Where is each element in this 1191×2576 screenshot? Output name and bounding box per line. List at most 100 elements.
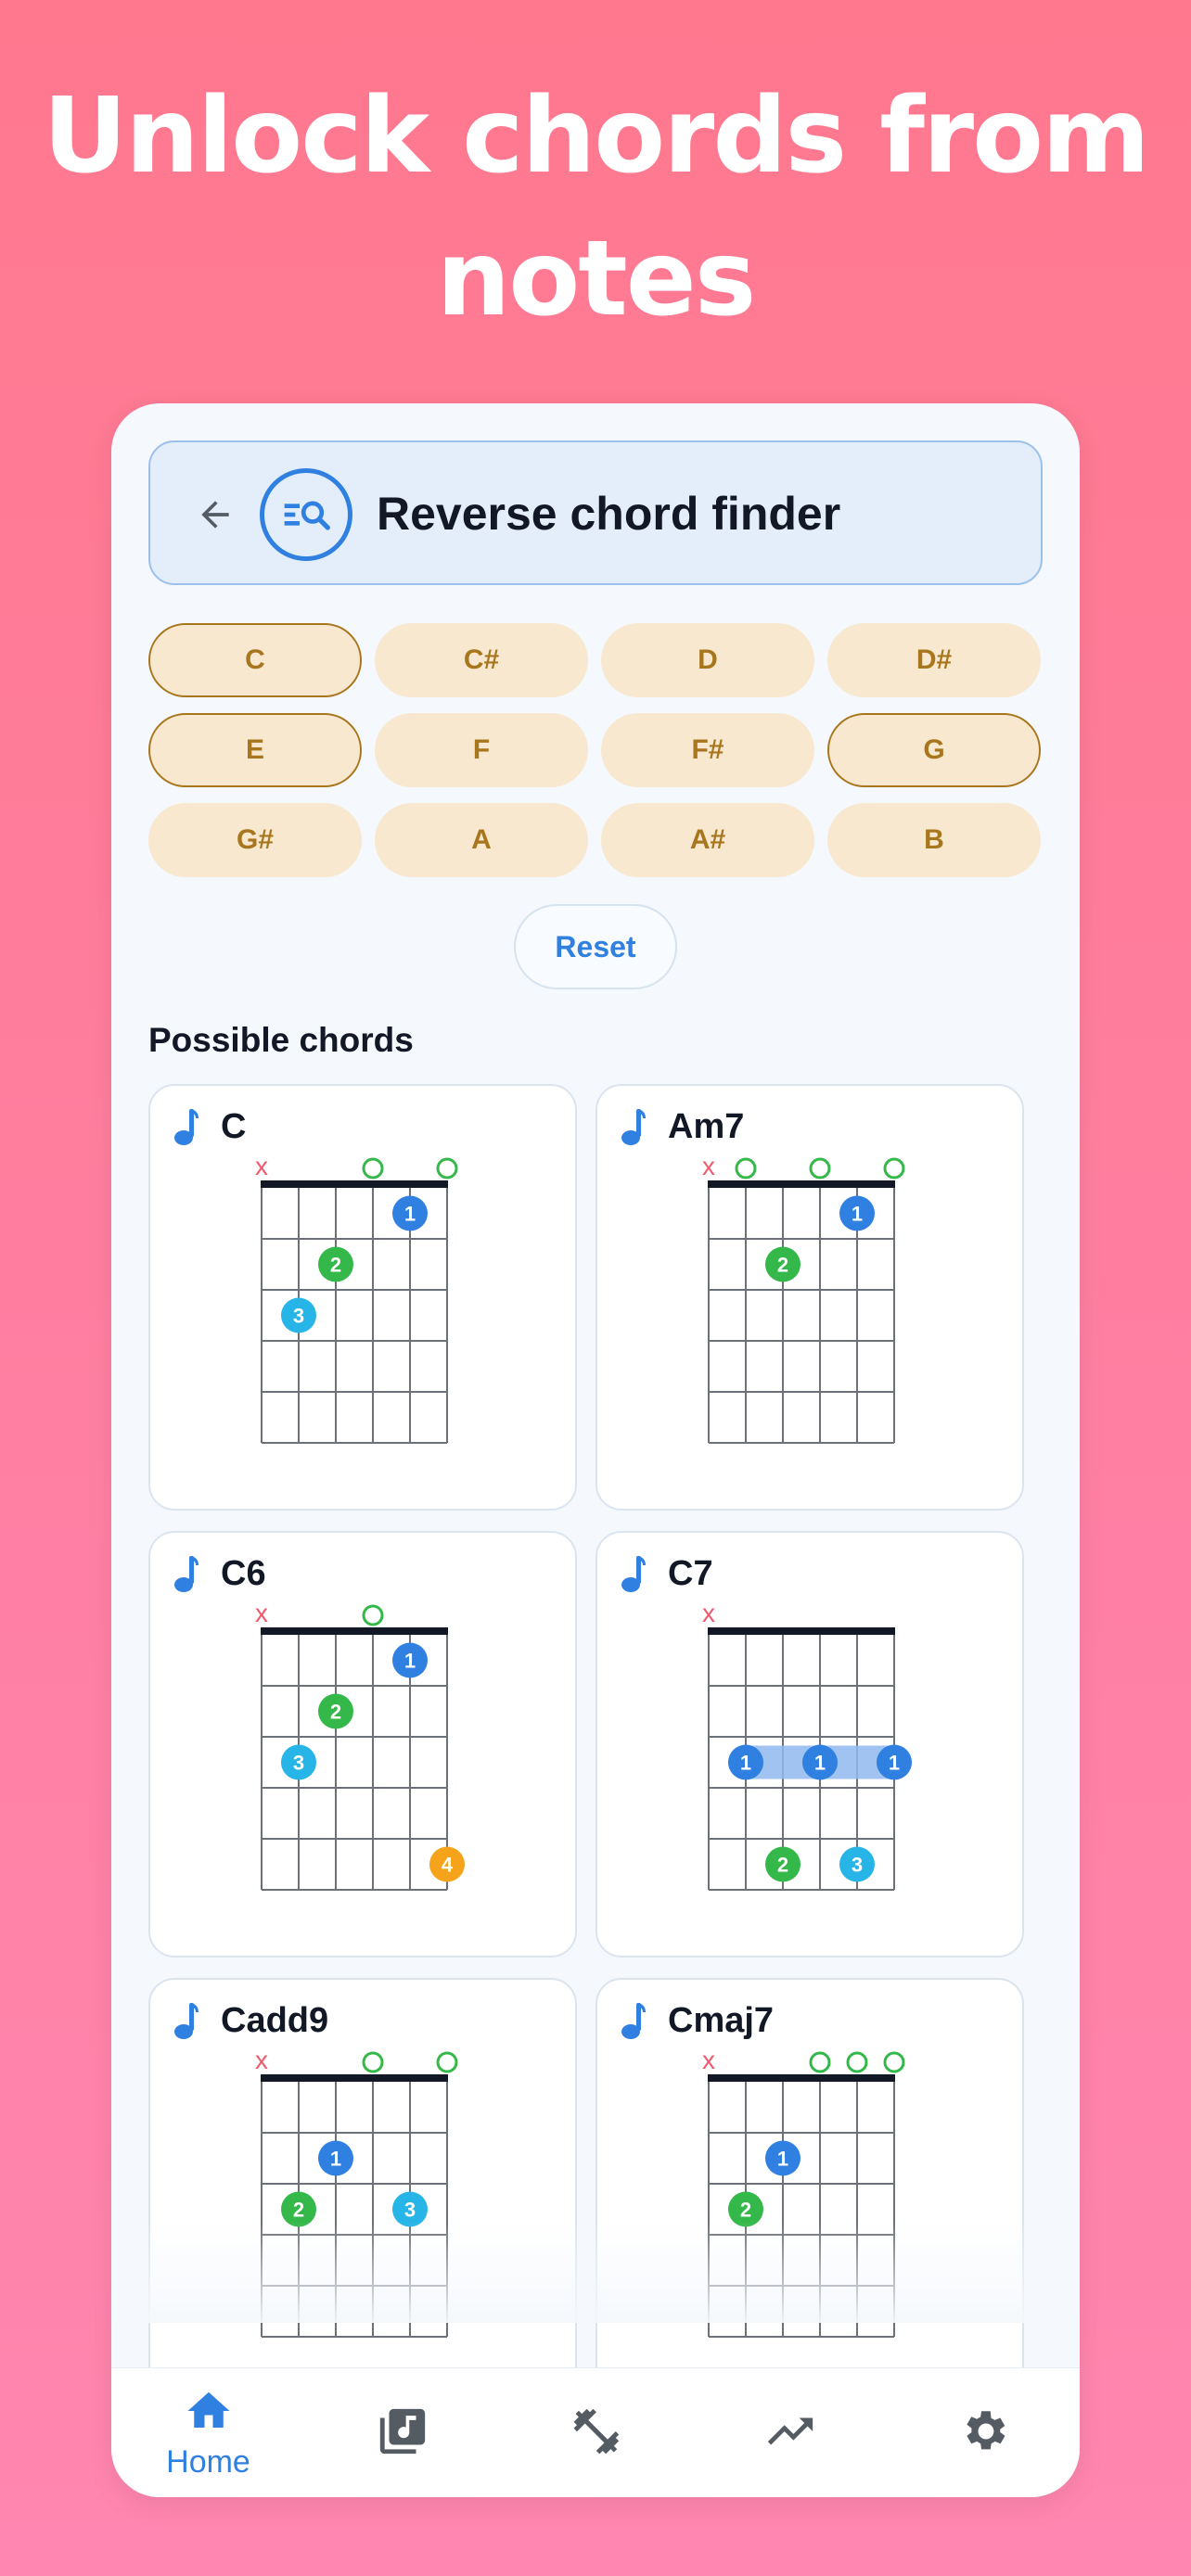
- home-icon: [184, 2386, 234, 2441]
- reset-button[interactable]: Reset: [514, 904, 677, 989]
- muted-string-mark: x: [702, 1153, 715, 1180]
- finger-number: 1: [740, 1752, 751, 1775]
- arrow-left-icon: [201, 501, 229, 529]
- open-string-mark: [883, 1157, 905, 1180]
- chord-diagram: x 3 2 1 4: [255, 1600, 465, 1891]
- note-chip-c[interactable]: C: [148, 623, 362, 697]
- finger-number: 3: [293, 1752, 304, 1775]
- finger-number: 1: [330, 2148, 341, 2171]
- chord-diagram: x 1 2 1 3 1: [702, 1600, 912, 1891]
- chord-name: C6: [221, 1553, 266, 1593]
- chord-diagram: x 3 2 1: [255, 1153, 458, 1444]
- finger-number: 4: [442, 1854, 454, 1877]
- finger-number: 2: [330, 1254, 341, 1277]
- finger-number: 2: [330, 1701, 341, 1724]
- nut: [708, 2074, 895, 2082]
- open-string-mark: [362, 2051, 384, 2073]
- open-string-mark: [846, 2051, 868, 2073]
- bottom-nav: Home: [111, 2367, 1080, 2497]
- finger-number: 2: [777, 1254, 788, 1277]
- note-chip-f-sharp[interactable]: F#: [601, 713, 814, 787]
- app-screen: Reverse chord finder C C# D D# E F F# G G# A A# B R…: [111, 403, 1080, 2497]
- finger-number: 2: [740, 2199, 751, 2222]
- finger-number: 3: [404, 2199, 416, 2222]
- note-chip-g[interactable]: G: [827, 713, 1041, 787]
- finger-number: 1: [404, 1203, 416, 1226]
- chord-card[interactable]: C7 x 1 2 1 3 1: [596, 1531, 1024, 1958]
- open-string-mark: [883, 2051, 905, 2073]
- muted-string-mark: x: [702, 1600, 715, 1627]
- open-string-mark: [362, 1157, 384, 1180]
- chord-card[interactable]: C6 x 3 2 1 4: [148, 1531, 577, 1958]
- dumbbell-icon: [570, 2404, 623, 2463]
- chord-card-header: Cadd9: [173, 1998, 328, 2043]
- open-string-mark: [735, 1157, 757, 1180]
- finger-number: 1: [777, 2148, 788, 2171]
- scroll-fade: [111, 2221, 1080, 2323]
- muted-string-mark: x: [255, 1600, 268, 1627]
- chord-card-header: C: [173, 1104, 246, 1149]
- note-chip-d[interactable]: D: [601, 623, 814, 697]
- finger-number: 2: [293, 2199, 304, 2222]
- chord-name: Cmaj7: [668, 2000, 775, 2040]
- note-picker: C C# D D# E F F# G G# A A# B: [148, 623, 1043, 877]
- nav-home[interactable]: Home: [111, 2368, 305, 2497]
- nut: [708, 1627, 895, 1635]
- chord-card-header: C7: [620, 1551, 713, 1596]
- nav-practice[interactable]: [499, 2368, 693, 2497]
- note-chip-c-sharp[interactable]: C#: [375, 623, 588, 697]
- nav-settings[interactable]: [887, 2368, 1080, 2497]
- note-chip-a-sharp[interactable]: A#: [601, 803, 814, 877]
- nav-library[interactable]: [305, 2368, 499, 2497]
- finger-number: 1: [814, 1752, 826, 1775]
- trending-up-icon: [763, 2404, 817, 2463]
- finger-number: 3: [293, 1305, 304, 1328]
- open-string-mark: [436, 2051, 458, 2073]
- back-button[interactable]: [187, 487, 243, 542]
- finger-number: 1: [889, 1752, 900, 1775]
- finger-number: 3: [852, 1854, 863, 1877]
- headline-line-2: notes: [436, 219, 757, 339]
- note-chip-d-sharp[interactable]: D#: [827, 623, 1041, 697]
- open-string-mark: [362, 1604, 384, 1626]
- note-chip-b[interactable]: B: [827, 803, 1041, 877]
- chord-name: C7: [668, 1553, 713, 1593]
- music-note-icon: [174, 2003, 198, 2039]
- open-string-mark: [436, 1157, 458, 1180]
- headline-line-1: Unlock chords from: [43, 76, 1150, 197]
- music-note-icon: [174, 1109, 198, 1145]
- nut: [261, 1180, 448, 1188]
- chord-card-header: C6: [173, 1551, 266, 1596]
- muted-string-mark: x: [255, 1153, 268, 1180]
- muted-string-mark: x: [702, 2047, 715, 2074]
- gear-icon: [957, 2404, 1011, 2463]
- music-note-icon: [621, 2003, 646, 2039]
- music-note-icon: [621, 1109, 646, 1145]
- nav-progress[interactable]: [693, 2368, 887, 2497]
- note-chip-a[interactable]: A: [375, 803, 588, 877]
- music-note-icon: [174, 1556, 198, 1592]
- nut: [261, 1627, 448, 1635]
- chord-name: Am7: [668, 1106, 745, 1146]
- chord-card[interactable]: Cx 3 2 1: [148, 1084, 577, 1511]
- open-string-mark: [809, 1157, 831, 1180]
- headline: Unlock chords from notes: [0, 65, 1191, 351]
- chord-name: C: [221, 1106, 247, 1146]
- note-chip-e[interactable]: E: [148, 713, 362, 787]
- finger-number: 1: [852, 1203, 863, 1226]
- chord-card-header: Cmaj7: [620, 1998, 774, 2043]
- music-note-icon: [621, 1556, 646, 1592]
- finger-number: 1: [404, 1650, 416, 1673]
- music-library-icon: [376, 2404, 429, 2463]
- chord-card[interactable]: Cmaj7 x 2 1: [596, 1978, 1024, 2404]
- finger-number: 2: [777, 1854, 788, 1877]
- chord-search-icon: [260, 468, 352, 561]
- page-title: Reverse chord finder: [377, 488, 841, 540]
- note-chip-f[interactable]: F: [375, 713, 588, 787]
- chord-card[interactable]: Am7 x 2 1: [596, 1084, 1024, 1511]
- nav-label: Home: [166, 2444, 250, 2480]
- chord-card[interactable]: Cadd9 x 2 1 3: [148, 1978, 577, 2404]
- chord-card-header: Am7: [620, 1104, 744, 1149]
- note-chip-g-sharp[interactable]: G#: [148, 803, 362, 877]
- top-bar: Reverse chord finder: [148, 440, 1043, 585]
